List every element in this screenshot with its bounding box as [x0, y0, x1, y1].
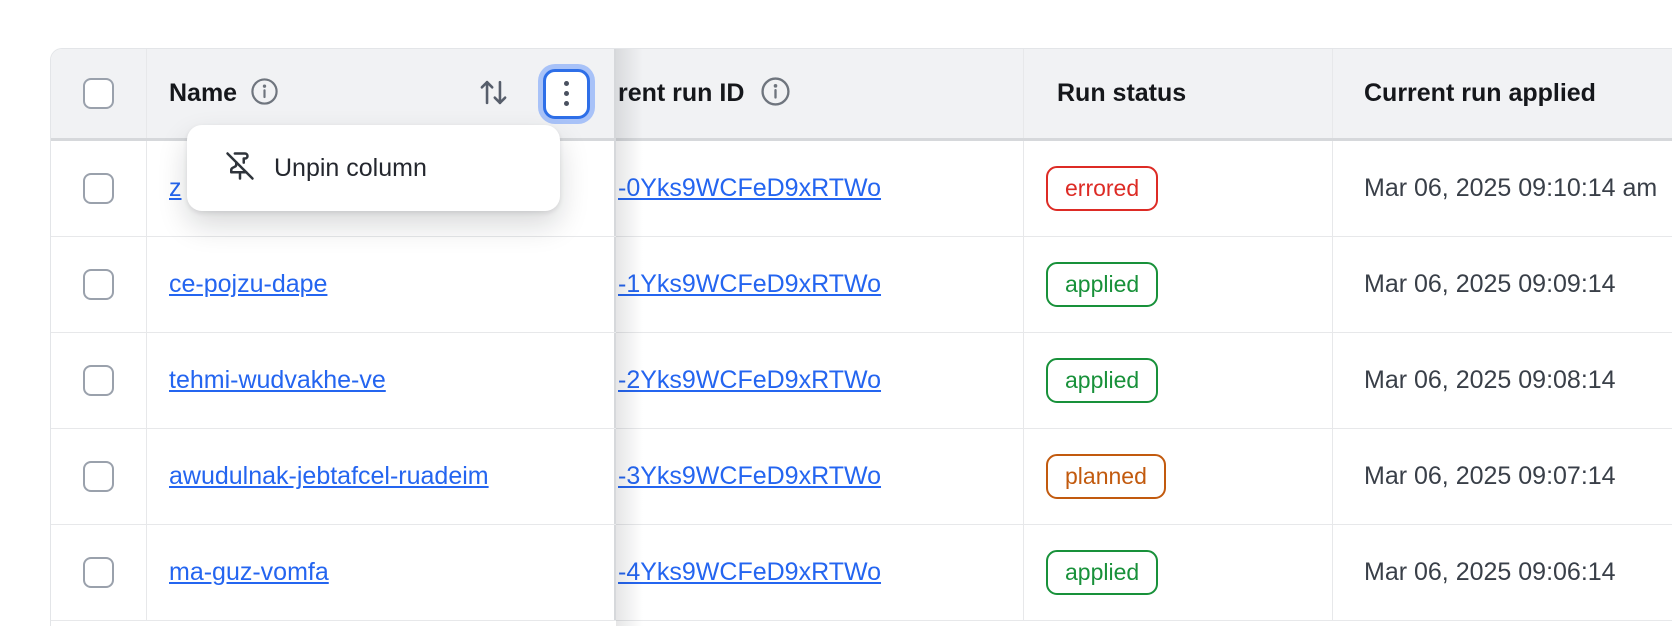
table-row: awudulnak-jebtafcel-ruadeim -3Yks9WCFeD9… — [51, 429, 1672, 525]
table-row: tehmi-wudvakhe-ve -2Yks9WCFeD9xRTWo appl… — [51, 333, 1672, 429]
row-run-id-cell: -2Yks9WCFeD9xRTWo — [616, 333, 1024, 428]
unpin-column-menu-item[interactable]: Unpin column — [187, 125, 560, 211]
row-select-cell — [51, 141, 147, 236]
applied-timestamp: Mar 06, 2025 09:06:14 — [1364, 558, 1616, 587]
row-run-id-cell: -4Yks9WCFeD9xRTWo — [616, 525, 1024, 620]
run-status-column-label: Run status — [1057, 79, 1186, 108]
run-status-badge: planned — [1046, 454, 1166, 499]
row-checkbox[interactable] — [83, 269, 114, 300]
row-name-cell: ma-guz-vomfa — [147, 525, 616, 620]
row-status-cell: planned — [1024, 429, 1333, 524]
run-id-column-label: rent run ID — [618, 79, 744, 108]
applied-timestamp: Mar 06, 2025 09:07:14 — [1364, 462, 1616, 491]
name-link[interactable]: tehmi-wudvakhe-ve — [169, 366, 386, 395]
row-status-cell: applied — [1024, 333, 1333, 428]
info-icon[interactable] — [760, 76, 791, 112]
sort-button[interactable] — [478, 77, 509, 111]
row-checkbox[interactable] — [83, 365, 114, 396]
run-status-badge: applied — [1046, 358, 1158, 403]
name-link[interactable]: ce-pojzu-dape — [169, 270, 327, 299]
run-id-link[interactable]: -3Yks9WCFeD9xRTWo — [618, 462, 881, 491]
applied-timestamp: Mar 06, 2025 09:10:14 am — [1364, 174, 1657, 203]
row-applied-cell: Mar 06, 2025 09:07:14 — [1333, 429, 1672, 524]
arrow-up-down-sort-icon — [478, 77, 509, 111]
row-checkbox[interactable] — [83, 461, 114, 492]
current-run-applied-column-label: Current run applied — [1364, 79, 1596, 108]
run-id-link[interactable]: -0Yks9WCFeD9xRTWo — [618, 174, 881, 203]
row-checkbox[interactable] — [83, 557, 114, 588]
row-name-cell: ce-pojzu-dape — [147, 237, 616, 332]
info-icon[interactable] — [250, 77, 279, 111]
row-applied-cell: Mar 06, 2025 09:10:14 am — [1333, 141, 1672, 236]
row-applied-cell: Mar 06, 2025 09:08:14 — [1333, 333, 1672, 428]
table-body: z -0Yks9WCFeD9xRTWo errored Mar 06, 2025… — [51, 141, 1672, 621]
row-name-cell: awudulnak-jebtafcel-ruadeim — [147, 429, 616, 524]
row-select-cell — [51, 525, 147, 620]
applied-timestamp: Mar 06, 2025 09:09:14 — [1364, 270, 1616, 299]
run-id-link[interactable]: -4Yks9WCFeD9xRTWo — [618, 558, 881, 587]
run-id-column-header: rent run ID — [616, 49, 1024, 138]
row-name-cell: tehmi-wudvakhe-ve — [147, 333, 616, 428]
name-column-label: Name — [169, 79, 237, 108]
name-link[interactable]: awudulnak-jebtafcel-ruadeim — [169, 462, 489, 491]
run-status-badge: errored — [1046, 166, 1158, 211]
run-status-badge: applied — [1046, 550, 1158, 595]
row-status-cell: applied — [1024, 525, 1333, 620]
run-status-column-header: Run status — [1024, 49, 1333, 138]
pin-off-icon — [225, 151, 255, 186]
unpin-column-label: Unpin column — [274, 154, 427, 183]
run-id-link[interactable]: -2Yks9WCFeD9xRTWo — [618, 366, 881, 395]
table-row: ma-guz-vomfa -4Yks9WCFeD9xRTWo applied M… — [51, 525, 1672, 621]
row-select-cell — [51, 429, 147, 524]
row-run-id-cell: -1Yks9WCFeD9xRTWo — [616, 237, 1024, 332]
applied-timestamp: Mar 06, 2025 09:08:14 — [1364, 366, 1616, 395]
row-run-id-cell: -3Yks9WCFeD9xRTWo — [616, 429, 1024, 524]
kebab-more-vertical-icon — [564, 81, 569, 86]
row-checkbox[interactable] — [83, 173, 114, 204]
run-status-badge: applied — [1046, 262, 1158, 307]
row-select-cell — [51, 333, 147, 428]
name-link[interactable]: z — [169, 174, 182, 203]
column-menu-dropdown: Unpin column — [187, 125, 560, 211]
table-row: ce-pojzu-dape -1Yks9WCFeD9xRTWo applied … — [51, 237, 1672, 333]
row-applied-cell: Mar 06, 2025 09:06:14 — [1333, 525, 1672, 620]
row-run-id-cell: -0Yks9WCFeD9xRTWo — [616, 141, 1024, 236]
row-applied-cell: Mar 06, 2025 09:09:14 — [1333, 237, 1672, 332]
select-all-checkbox[interactable] — [83, 78, 114, 109]
run-id-link[interactable]: -1Yks9WCFeD9xRTWo — [618, 270, 881, 299]
row-select-cell — [51, 237, 147, 332]
row-status-cell: errored — [1024, 141, 1333, 236]
column-menu-button[interactable] — [543, 69, 590, 119]
row-status-cell: applied — [1024, 237, 1333, 332]
select-all-cell — [51, 49, 147, 138]
name-link[interactable]: ma-guz-vomfa — [169, 558, 329, 587]
current-run-applied-column-header: Current run applied — [1333, 49, 1672, 138]
